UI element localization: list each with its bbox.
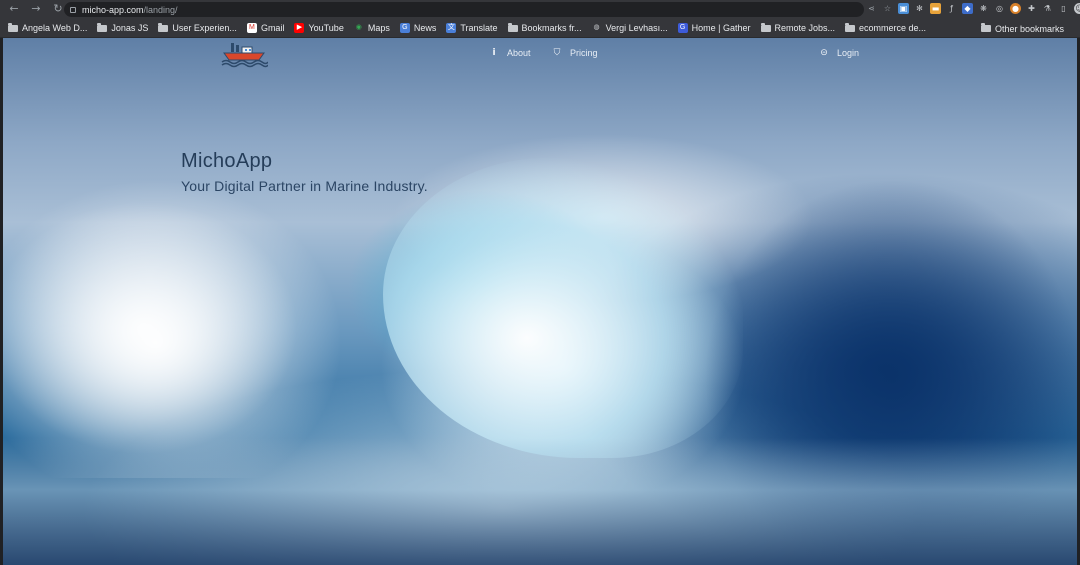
share-icon[interactable]: ⋖ xyxy=(866,3,877,14)
back-icon[interactable]: ← xyxy=(8,2,20,16)
folder-icon xyxy=(97,22,108,32)
bookmark-label: Gmail xyxy=(260,23,285,33)
nav-login-label: Login xyxy=(837,47,860,58)
nav-about-label: About xyxy=(507,47,531,58)
landing-page: 𝗶 About ⛉ Pricing ⊝ Login MichoApp Your … xyxy=(3,38,1077,565)
extension-icon[interactable]: ƒ xyxy=(946,3,957,14)
bookmark-item[interactable]: Bookmarks fr... xyxy=(507,22,582,33)
extension-icon[interactable]: ❋ xyxy=(978,3,989,14)
url-text[interactable]: micho-app.com/landing/ xyxy=(82,5,178,15)
bookmark-label: User Experien... xyxy=(172,23,237,33)
bookmark-item[interactable]: G News xyxy=(399,23,437,33)
reload-icon[interactable]: ↻ xyxy=(52,2,64,16)
other-bookmarks[interactable]: Other bookmarks xyxy=(980,19,1064,38)
puzzle-icon[interactable]: ✚ xyxy=(1026,3,1037,14)
bookmark-label: Home | Gather xyxy=(691,23,751,33)
bookmark-item[interactable]: User Experien... xyxy=(158,22,237,33)
bookmark-item[interactable]: ▶ YouTube xyxy=(294,23,344,33)
bookmark-label: Maps xyxy=(367,23,390,33)
bookmark-item[interactable]: Angela Web D... xyxy=(8,22,88,33)
gather-icon: G xyxy=(677,23,688,33)
url-path: /landing/ xyxy=(143,4,178,15)
nav-pricing-label: Pricing xyxy=(570,47,598,58)
news-icon: G xyxy=(399,23,410,33)
browser-toolbar: ← → ↻ micho-app.com/landing/ ⋖ ☆ ▣ ✻ ▬ ƒ… xyxy=(0,0,1080,19)
info-icon: 𝗶 xyxy=(492,47,496,57)
extension-icon[interactable]: ● xyxy=(1010,3,1021,14)
extension-icon[interactable]: ◆ xyxy=(962,3,973,14)
wave-spray xyxy=(3,178,343,478)
bookmark-label: News xyxy=(413,23,437,33)
bookmark-label: Remote Jobs... xyxy=(774,23,836,33)
login-icon: ⊝ xyxy=(820,47,828,57)
nav-pricing[interactable]: ⛉ Pricing xyxy=(552,47,598,58)
extension-icon[interactable]: ⚗ xyxy=(1042,3,1053,14)
folder-icon xyxy=(8,22,18,32)
bookmark-label: Jonas JS xyxy=(111,23,149,33)
nav-about[interactable]: 𝗶 About xyxy=(489,47,531,58)
url-host: micho-app.com xyxy=(82,4,144,15)
folder-icon xyxy=(845,22,856,32)
folder-icon xyxy=(507,22,518,32)
side-panel-icon[interactable]: ▯ xyxy=(1058,3,1069,14)
folder-icon xyxy=(760,22,771,32)
bookmark-item[interactable]: ◉ Maps xyxy=(354,23,390,33)
nav-login[interactable]: ⊝ Login xyxy=(819,47,859,58)
browser-nav-buttons: ← → ↻ xyxy=(8,2,64,16)
maps-icon: ◉ xyxy=(355,24,362,31)
bookmark-label: Bookmarks fr... xyxy=(521,23,582,33)
bookmark-label: Vergi Levhası... xyxy=(605,23,668,33)
bookmark-item[interactable]: Jonas JS xyxy=(97,22,149,33)
bookmark-label: ecommerce de... xyxy=(859,23,927,33)
bookmark-item[interactable]: ◍ Vergi Levhası... xyxy=(592,23,668,33)
forward-icon[interactable]: → xyxy=(30,2,42,16)
bookmark-item[interactable]: 文 Translate xyxy=(446,23,498,33)
bookmarks-bar: Angela Web D... Jonas JS User Experien... M… xyxy=(0,19,1080,38)
translate-icon: 文 xyxy=(446,23,457,33)
extension-icon[interactable]: ▣ xyxy=(898,3,909,14)
extension-icons: ⋖ ☆ ▣ ✻ ▬ ƒ ◆ ❋ ◎ ● ✚ ⚗ ▯ ☺ ⋮ xyxy=(866,3,1080,14)
folder-icon xyxy=(980,23,991,32)
address-bar[interactable]: micho-app.com/landing/ xyxy=(64,2,864,17)
wave-crest xyxy=(383,158,743,458)
extension-icon[interactable]: ▬ xyxy=(930,3,941,14)
bookmark-item[interactable]: ecommerce de... xyxy=(845,22,927,33)
ship-logo[interactable] xyxy=(220,41,269,68)
lock-icon[interactable] xyxy=(70,6,76,13)
extension-icon[interactable]: ✻ xyxy=(914,3,925,14)
globe-icon: ◍ xyxy=(593,24,600,31)
bookmark-item[interactable]: Remote Jobs... xyxy=(760,22,836,33)
hero-subtitle: Your Digital Partner in Marine Industry. xyxy=(181,178,428,194)
folder-icon xyxy=(158,22,169,32)
youtube-icon: ▶ xyxy=(294,23,305,33)
tag-icon: ⛉ xyxy=(553,47,561,57)
bookmark-label: Translate xyxy=(460,23,498,33)
avatar[interactable]: ☺ xyxy=(1074,3,1080,14)
extension-icon[interactable]: ◎ xyxy=(994,3,1005,14)
bookmark-label: Angela Web D... xyxy=(22,23,88,33)
gmail-icon: M xyxy=(246,23,257,33)
site-navbar: 𝗶 About ⛉ Pricing ⊝ Login xyxy=(3,38,1077,70)
bookmark-item[interactable]: G Home | Gather xyxy=(677,23,751,33)
wave-foam xyxy=(3,438,1077,565)
hero-title: MichoApp xyxy=(181,150,273,172)
other-bookmarks-label: Other bookmarks xyxy=(994,23,1064,34)
star-icon[interactable]: ☆ xyxy=(882,3,893,14)
bookmark-item[interactable]: M Gmail xyxy=(246,23,285,33)
bookmark-label: YouTube xyxy=(308,23,344,33)
